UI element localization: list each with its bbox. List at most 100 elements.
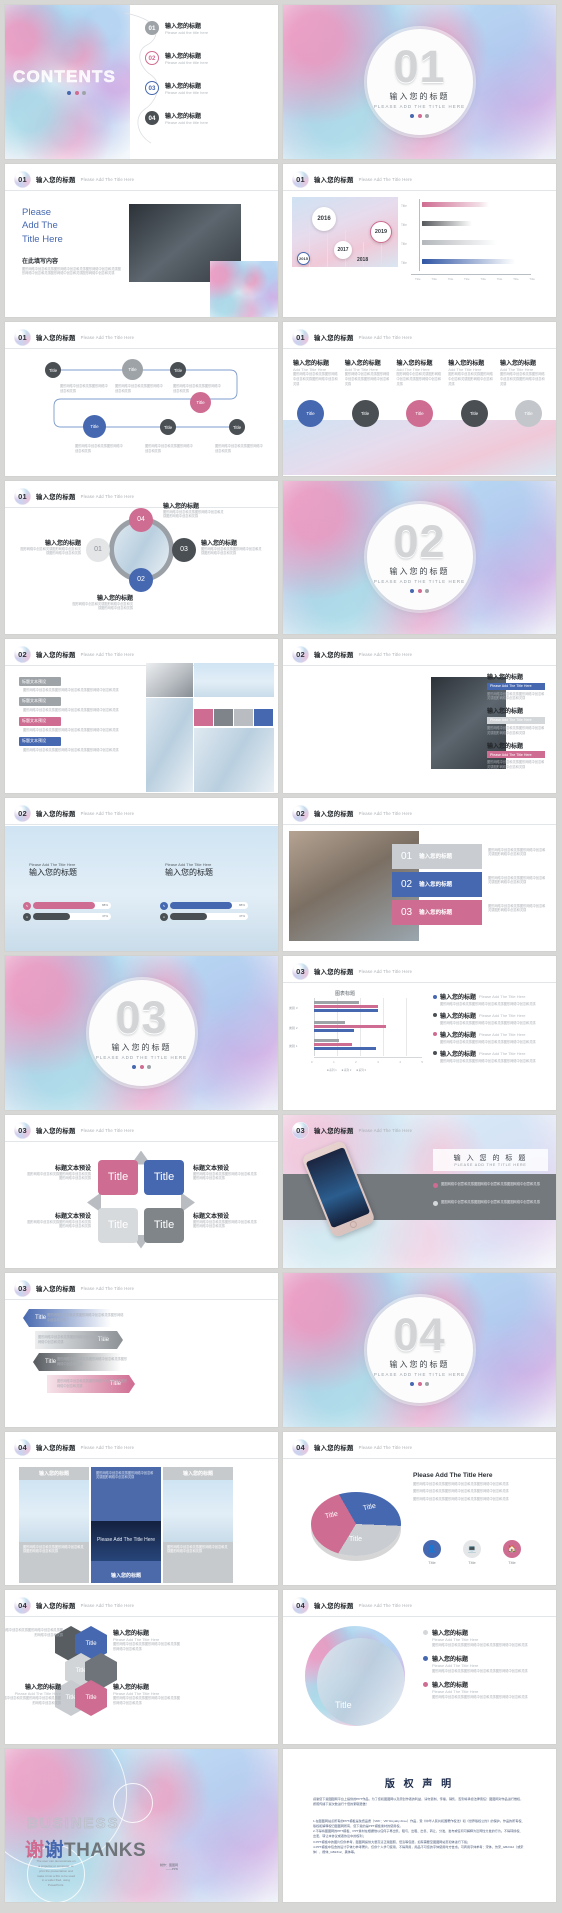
- slide-cover-02[interactable]: 02 输入您的标题 PLEASE ADD THE TITLE HERE: [283, 480, 556, 634]
- cover-circle: 04 输入您的标题 PLEASE ADD THE TITLE HERE: [366, 1296, 473, 1403]
- badge-icon: 03: [14, 1280, 31, 1297]
- header-title-en: Please Add The Title Here: [358, 1127, 413, 1133]
- col-circle[interactable]: Title: [406, 400, 433, 427]
- header-title-en: Please Add The Title Here: [358, 1444, 413, 1450]
- cover-title-cn: 输入您的标题: [389, 567, 450, 577]
- slide-pie-chart[interactable]: 04 输入您的标题 Please Add The Title Here Titl…: [283, 1431, 556, 1585]
- slide-hexagon-cluster[interactable]: 04 输入您的标题 Please Add The Title Here Titl…: [5, 1590, 278, 1744]
- cover-title-en: PLEASE ADD THE TITLE HERE: [373, 103, 466, 109]
- slide-header: 01 输入您的标题 Please Add The Title Here: [292, 329, 412, 346]
- year-marker: 2016: [312, 206, 336, 231]
- flow-node[interactable]: Title: [83, 415, 106, 438]
- toc-item-2[interactable]: 02 输入您的标题 Please add the title here: [145, 51, 208, 65]
- col-circle[interactable]: Title: [515, 400, 542, 427]
- quad-tile-2[interactable]: Title: [144, 1159, 184, 1195]
- home-icon[interactable]: 🏠: [503, 1539, 521, 1558]
- bullet-text: 图图网络中创意和灵感图图网络中创意和灵感图图网络中创意和灵感: [441, 1199, 540, 1204]
- slide-circle-image-list[interactable]: 04 输入您的标题 Please Add The Title Here Titl…: [283, 1590, 556, 1744]
- year-marker: 2019: [370, 220, 392, 243]
- ring-node[interactable]: 04: [129, 507, 153, 532]
- mosaic-chip[interactable]: 标题文本预设: [19, 736, 61, 746]
- item-pill[interactable]: Please Add The Title Here: [487, 751, 545, 759]
- slide-five-column[interactable]: 01 输入您的标题 Please Add The Title Here 输入您的…: [283, 322, 556, 476]
- toc-item-3[interactable]: 03 输入您的标题 Please add the title here: [145, 81, 208, 95]
- numlist-row-1[interactable]: 01 输入您的标题: [392, 843, 482, 869]
- toc-item-4[interactable]: 04 输入您的标题 Please add the title here: [145, 111, 208, 125]
- slide-cover-03[interactable]: 03 输入您的标题 PLEASE ADD THE TITLE HERE: [5, 956, 278, 1110]
- slide-cover-04[interactable]: 04 输入您的标题 PLEASE ADD THE TITLE HERE: [283, 1273, 556, 1427]
- mosaic-chip[interactable]: 标题文本预设: [19, 696, 61, 706]
- col-title-cn: 输入您的标题: [396, 361, 433, 367]
- slide-arrow-bands[interactable]: 03 输入您的标题 Please Add The Title Here Titl…: [5, 1273, 278, 1427]
- ring-node[interactable]: 01: [86, 537, 110, 562]
- col-circle[interactable]: Title: [351, 400, 379, 427]
- slide-header: 03 输入您的标题 Please Add The Title Here: [14, 1121, 134, 1139]
- col-circle[interactable]: Title: [297, 400, 324, 427]
- slide-header: 04 输入您的标题 Please Add The Title Here: [14, 1597, 134, 1614]
- row-title: 输入您的标题: [419, 854, 453, 860]
- slide-cover-01[interactable]: 01 输入您的标题 PLEASE ADD THE TITLE HERE: [283, 5, 556, 159]
- mosaic-chip[interactable]: 标题文本预设: [19, 716, 61, 726]
- item-pill[interactable]: Please Add The Title Here: [487, 716, 545, 724]
- slide-header: 02 输入您的标题 Please Add The Title Here: [14, 646, 134, 663]
- progress-icon: ☺: [23, 912, 31, 921]
- slide-thanks[interactable]: The user can demonstrate on a projector …: [5, 1748, 278, 1902]
- quad-tile-3[interactable]: Title: [98, 1207, 138, 1243]
- flow-node[interactable]: Title: [45, 362, 61, 378]
- flow-node[interactable]: Title: [122, 359, 143, 380]
- mosaic-chip[interactable]: 标题文本预设: [19, 677, 61, 686]
- slide-numbered-list[interactable]: 02 输入您的标题 Please Add The Title Here 01 输…: [283, 797, 556, 951]
- slide-quadrant[interactable]: 03 输入您的标题 Please Add The Title Here Titl…: [5, 1114, 278, 1268]
- slide-two-photo-caption[interactable]: 02 输入您的标题 Please Add The Title Here Plea…: [5, 797, 278, 951]
- slide-contents[interactable]: CONTENTS 01 输入您的标题 Please add the title …: [5, 5, 278, 159]
- slide-phone-banner[interactable]: 03 输入您的标题 Please Add The Title Here 输 入 …: [283, 1114, 556, 1268]
- badge-icon: 02: [292, 804, 309, 822]
- chart-legend: ■ 系列 1 ■ 系列 2 ■ 系列 3: [327, 1069, 366, 1072]
- flow-node[interactable]: Title: [170, 362, 186, 378]
- flow-node[interactable]: Title: [190, 392, 211, 413]
- slide-grouped-bar[interactable]: 03 输入您的标题 Please Add The Title Here 图表标题…: [283, 956, 556, 1110]
- slide-image-mosaic[interactable]: 02 输入您的标题 Please Add The Title Here 标题文本…: [5, 639, 278, 793]
- col-body: 图形网络中创意和灵感图形网络中创意和灵感图形网络中创意和灵感: [396, 372, 442, 386]
- slide-three-column-image[interactable]: 04 输入您的标题 Please Add The Title Here 输入您的…: [5, 1431, 278, 1585]
- quad-tile-4[interactable]: Title: [144, 1207, 184, 1243]
- slide-intro[interactable]: 01 输入您的标题 Please Add The Title Here Plea…: [5, 163, 278, 317]
- monitor-icon[interactable]: 💻: [463, 1539, 481, 1558]
- header-title-en: Please Add The Title Here: [80, 810, 135, 816]
- cover-circle: 03 输入您的标题 PLEASE ADD THE TITLE HERE: [88, 979, 195, 1086]
- badge-icon: 04: [292, 1438, 309, 1456]
- tri-col-2[interactable]: 图形网络中创意和灵感图形网络中创意和灵感图形网络中创意和灵感 Please Ad…: [91, 1466, 161, 1583]
- item-pill[interactable]: Please Add The Title Here: [487, 682, 545, 690]
- numlist-row-3[interactable]: 03 输入您的标题: [392, 899, 482, 925]
- thanks-cn: 谢谢: [25, 1839, 65, 1861]
- toc-item-1[interactable]: 01 输入您的标题 Please add the title here: [145, 21, 208, 35]
- slide-device-list[interactable]: 02 输入您的标题 Please Add The Title Here 输入您的…: [283, 639, 556, 793]
- numlist-row-2[interactable]: 02 输入您的标题: [392, 871, 482, 897]
- x-ticks: 012345: [311, 1060, 423, 1064]
- bar: [422, 239, 497, 245]
- item-title: 输入您的标题: [487, 675, 524, 681]
- slide-copyright[interactable]: 版 权 声 明 感谢您下载图图网平台上提供的PPT作品，为了您和图图网以及原创作…: [283, 1748, 556, 1902]
- badge-icon: 04: [14, 1438, 31, 1456]
- flow-node[interactable]: Title: [229, 419, 245, 435]
- quad-tile-1[interactable]: Title: [98, 1159, 138, 1195]
- slide-header: 03 输入您的标题 Please Add The Title Here: [14, 1280, 134, 1297]
- toc-number: 03: [145, 81, 159, 95]
- tri-col-1[interactable]: 输入您的标题 图形网络中创意和灵感图形网络中创意和灵感图形网络中创意和灵感: [19, 1466, 89, 1583]
- ring-node[interactable]: 03: [172, 537, 196, 562]
- ring-node[interactable]: 02: [129, 567, 153, 592]
- cover-title-en: PLEASE ADD THE TITLE HERE: [373, 1371, 466, 1377]
- flow-node[interactable]: Title: [160, 419, 176, 435]
- tri-col-3[interactable]: 输入您的标题 图形网络中创意和灵感图形网络中创意和灵感图形网络中创意和灵感: [163, 1466, 233, 1583]
- slide-process-flow[interactable]: 01 输入您的标题 Please Add The Title Here Titl…: [5, 322, 278, 476]
- progress-icon: ✎: [160, 901, 168, 910]
- slide-timeline-bar[interactable]: 01 输入您的标题 Please Add The Title Here 2015…: [283, 163, 556, 317]
- toc-title-en: Please add the title here: [165, 120, 209, 125]
- pie-label: Title: [349, 1535, 362, 1543]
- user-icon[interactable]: 👤: [423, 1539, 441, 1558]
- year-marker: 2015: [297, 251, 310, 265]
- col-circle[interactable]: Title: [460, 400, 488, 427]
- header-title-en: Please Add The Title Here: [358, 176, 413, 182]
- slide-ring[interactable]: 01 输入您的标题 Please Add The Title Here 04 0…: [5, 480, 278, 634]
- col-title-cn: 输入您的标题: [448, 361, 485, 367]
